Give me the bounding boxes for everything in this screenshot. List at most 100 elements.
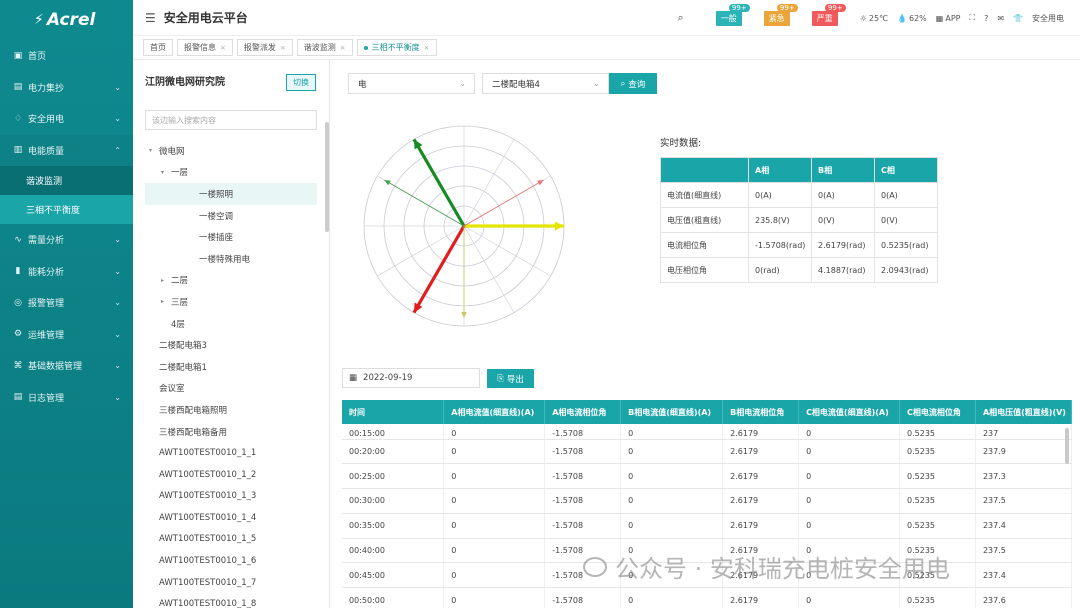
close-icon[interactable]: × (424, 44, 430, 52)
fullscreen-icon[interactable]: ⛶ (969, 13, 975, 23)
alarm-severe-count: 99+ (824, 3, 846, 12)
tree-node[interactable]: AWT100TEST0010_1_3 (145, 486, 317, 508)
alarm-urgent-label: 紧急 (768, 13, 785, 23)
menu-toggle-icon[interactable]: ☰ (145, 11, 156, 25)
logo-mark-icon: ⚡ (34, 12, 44, 28)
grid-cell: 0 (620, 513, 724, 539)
tree-node[interactable]: 一楼照明 (145, 183, 317, 205)
grid-header: C相电流相位角 (899, 400, 976, 424)
tree-node[interactable]: ▾ 微电网 (145, 140, 317, 162)
tree-node[interactable]: AWT100TEST0010_1_8 (145, 593, 317, 608)
tree-node[interactable]: AWT100TEST0010_1_1 (145, 442, 317, 464)
watermark-text: 公众号 · 安科瑞充电桩安全用电 (615, 555, 950, 583)
grid-cell: 2.6179 (722, 488, 800, 514)
sidebar-item[interactable]: ▥ 电能质量 ⌃ (0, 134, 133, 166)
tree-node-label: AWT100TEST0010_1_7 (159, 577, 257, 588)
table-scrollbar[interactable] (1065, 428, 1069, 464)
sidebar-item[interactable]: ▣ 首页 (0, 40, 133, 72)
type-select-value: 电 (358, 79, 367, 90)
qr-icon[interactable]: ▦ (936, 14, 944, 23)
alarm-urgent-button[interactable]: 紧急 99+ (763, 3, 798, 26)
table-row[interactable]: 00:25:00 0 -1.5708 0 2.6179 0 0.5235 237.3 (342, 463, 1072, 490)
query-button[interactable]: ⌕ 查询 (609, 73, 657, 94)
grid-cell: 237.9 (975, 439, 1072, 465)
grid-cell: 0 (443, 513, 546, 539)
tree-node-label: 4层 (171, 319, 185, 330)
table-row[interactable]: 00:50:00 0 -1.5708 0 2.6179 0 0.5235 237.6 (342, 587, 1072, 608)
grid-header: A相电流值(细直线)(A) (443, 400, 546, 424)
table-row: 电流值(细直线) 0(A) 0(A) 0(A) (660, 182, 938, 208)
tree-node[interactable]: AWT100TEST0010_1_6 (145, 550, 317, 572)
tab[interactable]: 三相不平衡度 × (356, 39, 437, 56)
help-icon[interactable]: ? (984, 14, 988, 23)
tree-node[interactable]: ▸ 三层 (145, 291, 317, 313)
polar-spoke (463, 225, 515, 313)
tab[interactable]: 谐波监测 × (296, 39, 353, 56)
tree-node[interactable]: 4层 (145, 313, 317, 335)
sidebar-item[interactable]: ▮ 能耗分析 ⌄ (0, 256, 133, 288)
tree-node[interactable]: AWT100TEST0010_1_2 (145, 464, 317, 486)
device-select[interactable]: 二楼配电箱4 ⌄ (482, 73, 609, 94)
grid-cell: 0 (620, 587, 724, 608)
sidebar-subitem[interactable]: 三相不平衡度 (0, 195, 133, 224)
tree-node[interactable]: 会议室 (145, 378, 317, 400)
tree-search-input[interactable]: 该边输入搜索内容 (145, 110, 317, 130)
weather-icon: ☼ (859, 13, 867, 23)
alarm-general-button[interactable]: 一般 99+ (715, 3, 750, 26)
tab[interactable]: 报警派发 × (236, 39, 293, 56)
close-icon[interactable]: × (340, 44, 346, 52)
sidebar-item[interactable]: ∿ 需量分析 ⌄ (0, 224, 133, 256)
active-dot-icon (363, 45, 368, 50)
tree-node[interactable]: 三楼西配电箱备用 (145, 421, 317, 443)
quality-icon: ▥ (13, 145, 23, 156)
realtime-header: B相 (811, 157, 875, 183)
tree-node[interactable]: 二楼配电箱1 (145, 356, 317, 378)
sidebar-item[interactable]: ◎ 报警管理 ⌄ (0, 287, 133, 319)
table-row[interactable]: 00:30:00 0 -1.5708 0 2.6179 0 0.5235 237.5 (342, 488, 1072, 514)
tree-node[interactable]: 一楼空调 (145, 205, 317, 227)
user-icon[interactable]: 👕 (1013, 14, 1023, 23)
realtime-cell: 0.5235(rad) (874, 232, 938, 258)
tree-node[interactable]: 二楼配电箱3 (145, 334, 317, 356)
grid-cell: 00:35:00 (342, 513, 445, 539)
tree-node[interactable]: 三楼西配电箱照明 (145, 399, 317, 421)
table-row[interactable]: 00:35:00 0 -1.5708 0 2.6179 0 0.5235 237.4 (342, 513, 1072, 539)
export-label: 导出 (506, 374, 524, 385)
alarm-severe-button[interactable]: 严重 99+ (811, 3, 846, 26)
sidebar-item[interactable]: ▤ 电力集抄 ⌄ (0, 72, 133, 104)
app-link[interactable]: APP (945, 14, 960, 23)
tree-node[interactable]: ▸ 二层 (145, 270, 317, 292)
tab[interactable]: 报警信息 × (177, 39, 233, 56)
table-row[interactable]: 00:15:00 0 -1.5708 0 2.6179 0 0.5235 237 (342, 424, 1072, 440)
realtime-header: C相 (874, 157, 938, 183)
tree-node[interactable]: 一楼插座 (145, 226, 317, 248)
tab[interactable]: 首页 (143, 39, 173, 56)
grid-cell: 0.5235 (899, 424, 976, 440)
sidebar-subitem[interactable]: 谐波监测 (0, 166, 133, 195)
sidebar-item[interactable]: ⌘ 基础数据管理 ⌄ (0, 350, 133, 382)
caret-down-icon: ▾ (161, 168, 165, 176)
tree-node[interactable]: AWT100TEST0010_1_5 (145, 529, 317, 551)
grid-cell: -1.5708 (544, 463, 622, 490)
table-row[interactable]: 00:20:00 0 -1.5708 0 2.6179 0 0.5235 237.9 (342, 439, 1072, 465)
sidebar-item[interactable]: ⚙ 运维管理 ⌄ (0, 319, 133, 351)
search-icon[interactable]: ⌕ (678, 11, 684, 25)
sidebar-item-label: 安全用电 (28, 115, 65, 126)
tree-node[interactable]: AWT100TEST0010_1_7 (145, 572, 317, 594)
tree-node[interactable]: ▾ 一层 (145, 162, 317, 184)
sidebar-item[interactable]: ▤ 日志管理 ⌄ (0, 382, 133, 414)
tree-node-label: AWT100TEST0010_1_1 (159, 448, 257, 459)
export-button[interactable]: ⎘ 导出 (487, 369, 534, 388)
message-icon[interactable]: ✉ (997, 14, 1004, 23)
type-select[interactable]: 电 ⌄ (348, 73, 475, 94)
tree-node[interactable]: 一楼特殊用电 (145, 248, 317, 270)
tree-node[interactable]: AWT100TEST0010_1_4 (145, 507, 317, 529)
close-icon[interactable]: × (280, 44, 286, 52)
switch-button[interactable]: 切换 (286, 74, 316, 91)
tree-scrollbar[interactable] (325, 122, 329, 232)
tree-list: ▾ 微电网 ▾ 一层 一楼照明 一楼空调 一楼插座 一楼特殊用电 ▸ 二层 ▸ 三层 4层二楼配电箱3 二… (145, 140, 317, 608)
user-name[interactable]: 安全用电 (1032, 13, 1064, 24)
close-icon[interactable]: × (220, 44, 226, 52)
date-picker[interactable]: ▦ 2022-09-19 (342, 368, 480, 388)
sidebar-item[interactable]: ♢ 安全用电 ⌄ (0, 103, 133, 135)
